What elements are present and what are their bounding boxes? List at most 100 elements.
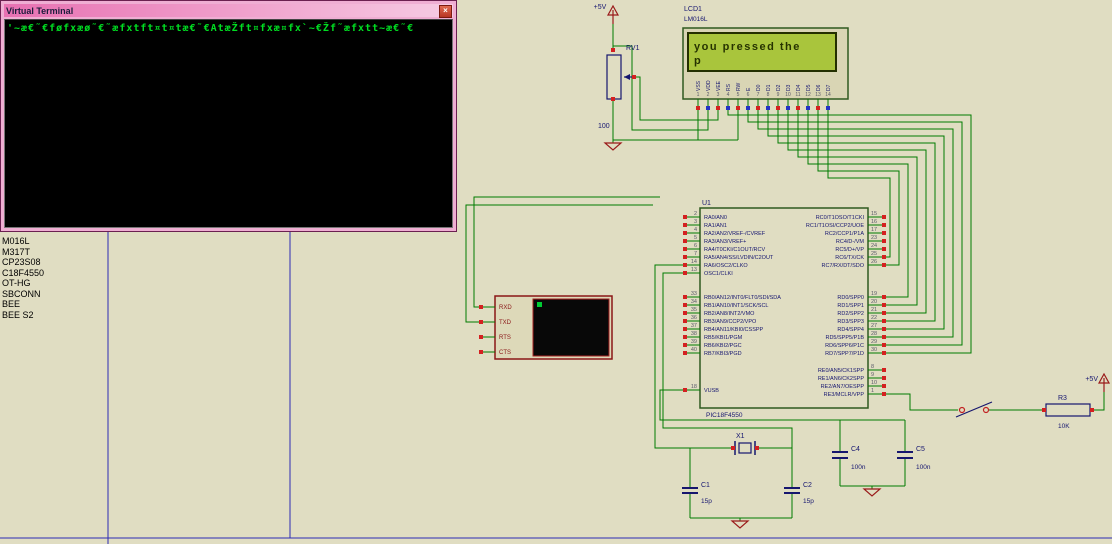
push-button[interactable] bbox=[955, 401, 993, 418]
pin-name: RC7/RX/DT/SDO bbox=[822, 263, 865, 269]
part-ref: C2 bbox=[803, 482, 812, 489]
part-ref: C5 bbox=[916, 446, 925, 453]
pin-number: 13 bbox=[815, 92, 821, 98]
terminal-activity-led bbox=[537, 302, 542, 307]
pin-number: 7 bbox=[694, 251, 697, 257]
ground-icon bbox=[862, 488, 882, 497]
pin-number: 8 bbox=[767, 92, 770, 98]
pin-number: 27 bbox=[871, 323, 877, 329]
pin-number: 6 bbox=[694, 243, 697, 249]
pin-number: 23 bbox=[871, 235, 877, 241]
pin-number: 4 bbox=[727, 92, 730, 98]
pin-name: RC2/CCP1/P1A bbox=[825, 231, 864, 237]
component-list-item[interactable]: BEE bbox=[2, 299, 44, 310]
c2-capacitor[interactable]: C2 15p bbox=[784, 482, 814, 505]
power-label: +5V bbox=[594, 4, 607, 11]
pin-number: 40 bbox=[691, 347, 697, 353]
close-icon[interactable]: × bbox=[439, 5, 452, 18]
pin-number: 3 bbox=[694, 219, 697, 225]
pin-name: RW bbox=[736, 82, 742, 91]
pin-number: 11 bbox=[795, 92, 800, 98]
pin-name: D7 bbox=[826, 84, 832, 91]
pin-name: RD4/SPP4 bbox=[837, 327, 864, 333]
terminal-pin-label: CTS bbox=[499, 350, 511, 356]
pin-name: RD3/SPP3 bbox=[837, 319, 864, 325]
part-value: 100 bbox=[598, 123, 610, 130]
pin-number: 36 bbox=[691, 315, 697, 321]
pin-name: RA4/T0CKI/C1OUT/RCV bbox=[704, 247, 765, 253]
pin-number: 18 bbox=[691, 384, 697, 390]
pin-number: 21 bbox=[871, 307, 877, 313]
pin-name: RB3/AN9/CCP2/VPO bbox=[704, 319, 757, 325]
pin-name: RE1/AN6/CK2SPP bbox=[818, 376, 864, 382]
rv1-potentiometer[interactable]: RV1 100 bbox=[598, 45, 640, 130]
pin-name: D4 bbox=[796, 84, 802, 91]
terminal-pin-label: RTS bbox=[499, 335, 511, 341]
pin-number: 1 bbox=[697, 92, 700, 98]
pin-name: RD0/SPP0 bbox=[837, 295, 864, 301]
x1-crystal[interactable]: X1 bbox=[731, 433, 759, 455]
pin-number: 12 bbox=[805, 92, 811, 98]
pin-number: 2 bbox=[694, 211, 697, 217]
pin-number: 5 bbox=[694, 235, 697, 241]
pin-number: 25 bbox=[871, 251, 877, 257]
c4-capacitor[interactable]: C4 100n bbox=[832, 446, 866, 471]
pin-name: RA5/AN4/SS/LVDIN/C2OUT bbox=[704, 255, 774, 261]
pin-name: RD1/SPP1 bbox=[837, 303, 864, 309]
component-list-item[interactable]: C18F4550 bbox=[2, 268, 44, 279]
pin-name: RD5/SPP5/P1B bbox=[825, 335, 864, 341]
power-symbol-right[interactable]: +5V bbox=[1085, 372, 1111, 392]
virtual-terminal-window: Virtual Terminal × '~æ€˜€føfxæø˜€˜æfxtft… bbox=[0, 0, 457, 232]
part-ref: RV1 bbox=[626, 45, 640, 52]
pin-name: RE2/AN7/OESPP bbox=[821, 384, 865, 390]
pin-number: 24 bbox=[871, 243, 877, 249]
terminal-pin-label: TXD bbox=[499, 320, 512, 326]
instrument-screen bbox=[532, 298, 610, 357]
virtual-terminal-instrument[interactable] bbox=[494, 295, 613, 360]
pin-number: 38 bbox=[691, 331, 697, 337]
pin-name: RB2/AN8/INT2/VMO bbox=[704, 311, 755, 317]
pin-number: 29 bbox=[871, 339, 877, 345]
pin-name: VEE bbox=[716, 80, 722, 91]
pin-number: 2 bbox=[707, 92, 710, 98]
component-list-item[interactable]: M016L bbox=[2, 236, 44, 247]
terminal-screen: '~æ€˜€føfxæø˜€˜æfxtft¤t¤tæ€˜€AtæŽft¤fxæ¤… bbox=[4, 19, 453, 228]
power-symbol-top[interactable]: +5V bbox=[594, 4, 620, 24]
part-ref: U1 bbox=[702, 200, 711, 207]
pin-name: RE3/MCLR/VPP bbox=[824, 392, 865, 398]
component-list-item[interactable]: SBCONN bbox=[2, 289, 44, 300]
pin-number: 10 bbox=[871, 380, 877, 386]
pin-number: 9 bbox=[777, 92, 780, 98]
pin-name: RC1/T1OSI/CCP2/UOE bbox=[806, 223, 864, 229]
pin-number: 26 bbox=[871, 259, 877, 265]
part-name: LM016L bbox=[684, 16, 708, 23]
c1-capacitor[interactable]: C1 15p bbox=[682, 482, 712, 505]
sheet-border-lines bbox=[0, 230, 1112, 544]
pin-name: VUSB bbox=[704, 388, 719, 394]
component-list: M016L M317T CP23S08 C18F4550 OT-HG SBCON… bbox=[2, 236, 44, 320]
c5-capacitor[interactable]: C5 100n bbox=[897, 446, 931, 471]
pin-name: D5 bbox=[806, 84, 812, 91]
pin-number: 4 bbox=[694, 227, 697, 233]
component-list-item[interactable]: M317T bbox=[2, 247, 44, 258]
pin-name: RB0/AN12/INT0/FLT0/SDI/SDA bbox=[704, 295, 781, 301]
pin-name: RB6/KBI2/PGC bbox=[704, 343, 742, 349]
pin-number: 3 bbox=[717, 92, 720, 98]
pin-number: 35 bbox=[691, 307, 697, 313]
component-list-item[interactable]: CP23S08 bbox=[2, 257, 44, 268]
pin-name: RB4/AN11/KBI0/CSSPP bbox=[704, 327, 764, 333]
pin-number: 14 bbox=[691, 259, 697, 265]
pin-name: RB5/KBI1/PGM bbox=[704, 335, 743, 341]
lcd-text-line1: you pressed the bbox=[694, 41, 801, 53]
pin-number: 5 bbox=[737, 92, 740, 98]
pin-name: RD7/SPP7/P1D bbox=[825, 351, 864, 357]
component-list-item[interactable]: OT-HG bbox=[2, 278, 44, 289]
part-value: 100n bbox=[851, 464, 866, 471]
pin-name: RC4/D-/VM bbox=[836, 239, 865, 245]
pin-name: D1 bbox=[766, 84, 772, 91]
window-titlebar[interactable]: Virtual Terminal × bbox=[4, 4, 453, 18]
component-list-item[interactable]: BEE S2 bbox=[2, 310, 44, 321]
part-value: 15p bbox=[701, 498, 712, 505]
r3-resistor[interactable]: R3 10K bbox=[1042, 395, 1094, 430]
part-ref: LCD1 bbox=[684, 6, 702, 13]
